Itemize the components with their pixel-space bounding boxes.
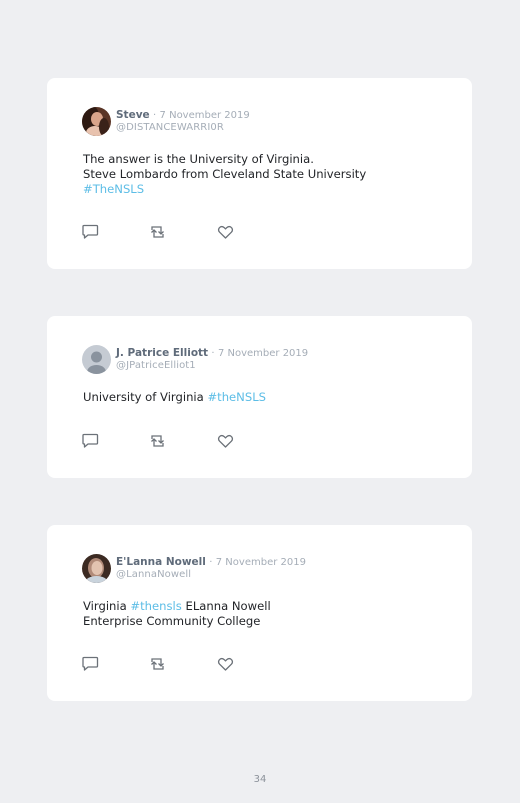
tweet-meta: Steve · 7 November 2019 @DISTANCEWARRI0R [116, 109, 250, 134]
author-handle[interactable]: @DISTANCEWARRI0R [116, 122, 250, 134]
tweet-header: E'Lanna Nowell · 7 November 2019 @LannaN… [82, 553, 306, 583]
tweet-text: Virginia #thensls ELanna Nowell Enterpri… [83, 599, 271, 629]
hashtag-link[interactable]: #thensls [130, 599, 181, 613]
tweet-text: University of Virginia #theNSLS [83, 390, 266, 405]
avatar[interactable] [82, 344, 111, 374]
meta-separator: · [153, 109, 157, 121]
reply-icon[interactable] [82, 656, 99, 672]
reply-icon[interactable] [82, 433, 99, 449]
heart-icon[interactable] [217, 224, 234, 240]
tweet-meta: E'Lanna Nowell · 7 November 2019 @LannaN… [116, 556, 306, 581]
tweet-date[interactable]: 7 November 2019 [160, 110, 250, 121]
tweet-text-segment: Enterprise Community College [83, 614, 261, 628]
author-name[interactable]: Steve [116, 109, 150, 121]
meta-separator: · [209, 556, 213, 568]
retweet-icon[interactable] [149, 224, 166, 240]
tweet-text: The answer is the University of Virginia… [83, 152, 366, 197]
heart-icon[interactable] [217, 656, 234, 672]
meta-separator: · [211, 347, 215, 359]
tweet-header: J. Patrice Elliott · 7 November 2019 @JP… [82, 344, 308, 374]
avatar[interactable] [82, 553, 111, 583]
hashtag-link[interactable]: #theNSLS [207, 390, 266, 404]
tweet-text-segment: Virginia [83, 599, 131, 613]
page-number: 34 [253, 774, 267, 785]
reply-icon[interactable] [82, 224, 99, 240]
tweet-date[interactable]: 7 November 2019 [218, 348, 308, 359]
tweet-date[interactable]: 7 November 2019 [216, 557, 306, 568]
retweet-icon[interactable] [149, 433, 166, 449]
tweet-text-segment: The answer is the University of Virginia… [83, 152, 314, 166]
author-name[interactable]: J. Patrice Elliott [116, 347, 208, 359]
tweet-text-segment: Steve Lombardo from Cleveland State Univ… [83, 167, 367, 181]
author-name[interactable]: E'Lanna Nowell [116, 556, 206, 568]
author-handle[interactable]: @LannaNowell [116, 569, 306, 581]
heart-icon[interactable] [217, 433, 234, 449]
tweet-card: E'Lanna Nowell · 7 November 2019 @LannaN… [47, 525, 472, 701]
tweet-header: Steve · 7 November 2019 @DISTANCEWARRI0R [82, 106, 250, 136]
hashtag-link[interactable]: #TheNSLS [83, 182, 144, 196]
tweet-card: J. Patrice Elliott · 7 November 2019 @JP… [47, 316, 472, 478]
tweet-text-segment: University of Virginia [83, 390, 208, 404]
author-handle[interactable]: @JPatriceElliot1 [116, 360, 308, 372]
tweet-text-segment: ELanna Nowell [181, 599, 271, 613]
retweet-icon[interactable] [149, 656, 166, 672]
tweet-meta: J. Patrice Elliott · 7 November 2019 @JP… [116, 347, 308, 372]
tweet-card: Steve · 7 November 2019 @DISTANCEWARRI0R… [47, 78, 472, 269]
avatar[interactable] [82, 106, 111, 136]
